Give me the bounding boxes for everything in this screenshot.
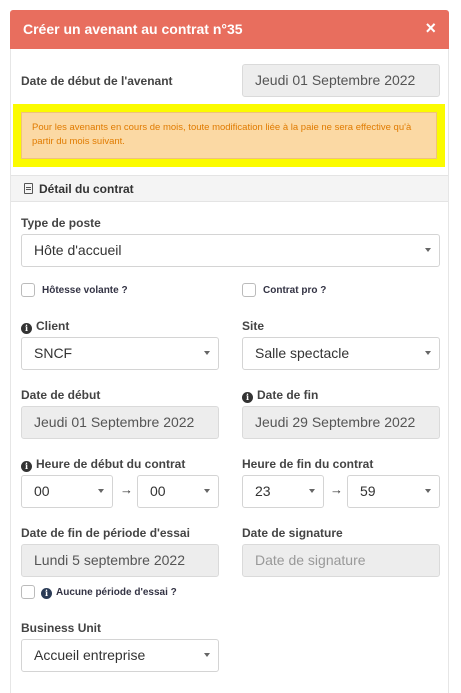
trial-end-label: Date de fin de période d'essai — [21, 526, 190, 540]
avenant-start-label: Date de début de l'avenant — [21, 74, 173, 88]
section-title: Détail du contrat — [39, 182, 134, 196]
end-date-label-text: Date de fin — [257, 388, 319, 402]
contrat-pro-label[interactable]: Contrat pro ? — [263, 285, 326, 296]
chevron-down-icon — [425, 351, 431, 355]
alert-message: Pour les avenants en cours de mois, tout… — [21, 112, 437, 159]
hotesse-volante-checkbox[interactable] — [21, 283, 35, 297]
document-icon — [24, 183, 33, 194]
end-date-field: Jeudi 29 Septembre 2022 — [242, 406, 440, 439]
business-unit-select[interactable]: Accueil entreprise — [21, 639, 219, 672]
start-time-label-text: Heure de début du contrat — [36, 457, 186, 471]
contrat-pro-checkbox[interactable] — [242, 283, 256, 297]
site-value: Salle spectacle — [255, 345, 350, 361]
no-trial-checkbox[interactable] — [21, 585, 35, 599]
start-minute-select[interactable]: 00 — [137, 475, 219, 508]
end-time-label: Heure de fin du contrat — [242, 457, 374, 471]
trial-end-field: Lundi 5 septembre 2022 — [21, 544, 219, 577]
info-icon: i — [21, 323, 32, 334]
client-label-text: Client — [36, 319, 70, 333]
start-date-label: Date de début — [21, 388, 101, 402]
end-hour-value: 23 — [255, 483, 271, 499]
start-minute-value: 00 — [150, 483, 166, 499]
start-date-field: Jeudi 01 Septembre 2022 — [21, 406, 219, 439]
job-type-value: Hôte d'accueil — [34, 242, 122, 258]
signature-label: Date de signature — [242, 526, 343, 540]
chevron-down-icon — [98, 489, 104, 493]
avenant-start-field: Jeudi 01 Septembre 2022 — [242, 64, 440, 97]
signature-field[interactable]: Date de signature — [242, 544, 440, 577]
hotesse-volante-label[interactable]: Hôtesse volante ? — [42, 285, 128, 296]
site-select[interactable]: Salle spectacle — [242, 337, 440, 370]
chevron-down-icon — [425, 489, 431, 493]
info-icon: i — [41, 588, 52, 599]
end-hour-select[interactable]: 23 — [242, 475, 324, 508]
chevron-down-icon — [204, 653, 210, 657]
job-type-select[interactable]: Hôte d'accueil — [21, 234, 440, 267]
info-icon: i — [21, 461, 32, 472]
arrow-right-icon: → — [330, 482, 343, 497]
chevron-down-icon — [425, 248, 431, 252]
end-minute-select[interactable]: 59 — [347, 475, 440, 508]
no-trial-label[interactable]: i Aucune période d'essai ? — [41, 587, 177, 599]
end-date-label: i Date de fin — [242, 388, 318, 403]
client-label: i Client — [21, 319, 69, 334]
start-hour-select[interactable]: 00 — [21, 475, 113, 508]
site-label: Site — [242, 319, 265, 333]
end-minute-value: 59 — [360, 483, 376, 499]
chevron-down-icon — [309, 489, 315, 493]
business-unit-value: Accueil entreprise — [34, 647, 146, 663]
close-icon[interactable]: × — [425, 19, 436, 37]
section-header: Détail du contrat — [11, 175, 448, 202]
start-hour-value: 00 — [34, 483, 50, 499]
modal-title: Créer un avenant au contrat n°35 — [23, 21, 243, 37]
business-unit-label: Business Unit — [21, 621, 102, 635]
job-type-label: Type de poste — [21, 216, 101, 230]
info-icon: i — [242, 392, 253, 403]
client-select[interactable]: SNCF — [21, 337, 219, 370]
chevron-down-icon — [204, 351, 210, 355]
chevron-down-icon — [204, 489, 210, 493]
modal-header: Créer un avenant au contrat n°35 × — [10, 10, 449, 49]
no-trial-label-text: Aucune période d'essai ? — [56, 587, 177, 598]
start-time-label: i Heure de début du contrat — [21, 457, 185, 472]
arrow-right-icon: → — [120, 482, 133, 497]
client-value: SNCF — [34, 345, 73, 361]
